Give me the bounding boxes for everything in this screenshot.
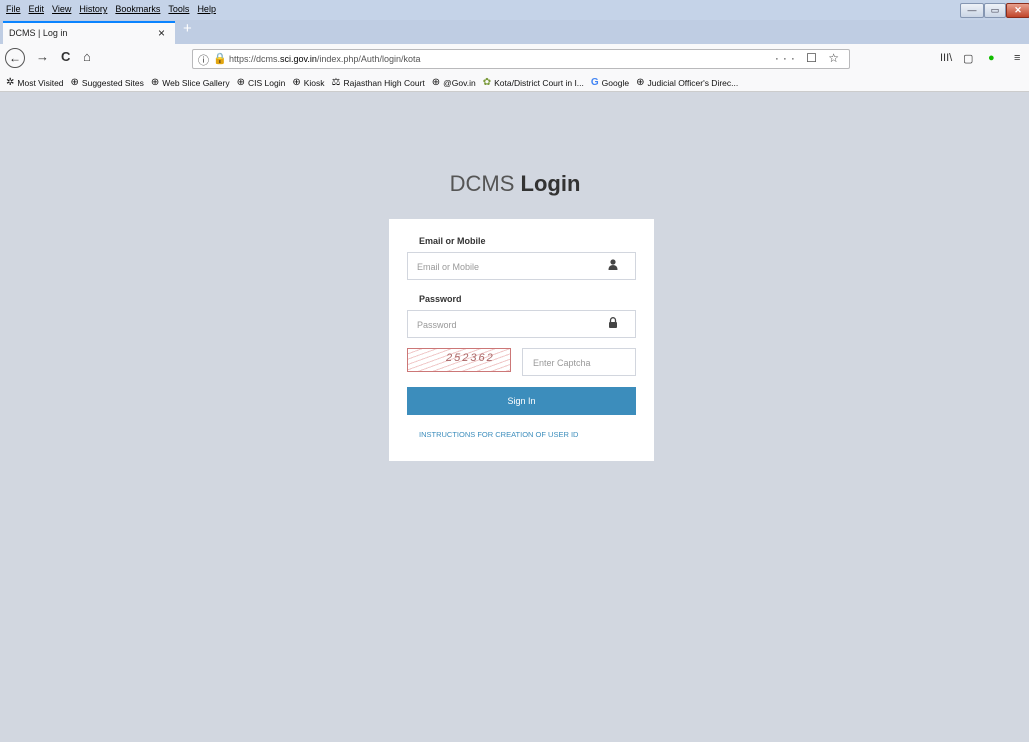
minimize-icon: — [967, 5, 977, 15]
bookmark-label: Most Visited [17, 77, 64, 88]
bookmark-gov-in[interactable]: ⊕ @Gov.in [432, 77, 476, 88]
url-prefix: https://dcms. [229, 54, 281, 64]
menu-edit[interactable]: Edit [29, 4, 45, 14]
secure-lock-icon[interactable]: 🔒 [213, 52, 227, 65]
url-bar[interactable]: ⓘ 🔒 https://dcms.sci.gov.in/index.php/Au… [192, 49, 850, 69]
menu-items: File Edit View History Bookmarks Tools H… [6, 4, 216, 14]
email-placeholder: Email or Mobile [417, 262, 480, 272]
close-icon: ✕ [1014, 5, 1022, 15]
library-icon[interactable]: III\ [940, 52, 952, 64]
bookmark-kota-district-court[interactable]: ✿ Kota/District Court in I... [483, 77, 584, 88]
globe-icon: ⊕ [150, 77, 160, 88]
captcha-input[interactable]: Enter Captcha [522, 348, 636, 376]
globe-icon: ⊕ [431, 77, 441, 88]
bookmark-suggested-sites[interactable]: ⊕ Suggested Sites [71, 77, 144, 88]
new-tab-icon[interactable]: + [183, 20, 192, 37]
bookmark-rajasthan-high-court[interactable]: ⚖ Rajasthan High Court [332, 77, 425, 88]
title-light: DCMS [449, 171, 515, 196]
bookmarks-bar: ✲ Most Visited ⊕ Suggested Sites ⊕ Web Slic… [0, 74, 1029, 92]
sign-in-button[interactable]: Sign In [407, 387, 636, 415]
page-title: DCMS Login [0, 171, 1029, 197]
bookmark-label: Kiosk [303, 77, 325, 88]
minimize-button[interactable]: — [960, 3, 984, 18]
menu-bar: File Edit View History Bookmarks Tools H… [0, 0, 1029, 20]
google-icon: G [590, 77, 599, 88]
forward-icon[interactable]: → [36, 49, 49, 64]
bookmark-most-visited[interactable]: ✲ Most Visited [6, 77, 64, 88]
tab-title: DCMS | Log in [9, 28, 68, 38]
url-domain: sci.gov.in [280, 54, 317, 64]
browser-window: File Edit View History Bookmarks Tools H… [0, 0, 1029, 742]
page-content: DCMS Login Email or Mobile Email or Mobi… [7, 93, 1023, 742]
emblem-icon: ⚖ [331, 77, 341, 88]
user-icon [608, 259, 618, 273]
back-button[interactable]: ← [5, 48, 25, 68]
tab-dcms-login[interactable]: DCMS | Log in × [3, 21, 175, 44]
url-path: /index.php/Auth/login/kota [316, 54, 421, 64]
lock-icon [608, 317, 618, 331]
bookmark-web-slice-gallery[interactable]: ⊕ Web Slice Gallery [151, 77, 230, 88]
back-arrow-icon: ← [9, 51, 21, 65]
captcha-image: 252362 [407, 348, 511, 372]
maximize-icon: ▭ [990, 5, 1000, 15]
page-actions-icons[interactable]: ··· ☐ ☆ [775, 51, 843, 65]
menu-tools[interactable]: Tools [168, 4, 189, 14]
email-field[interactable]: Email or Mobile [407, 252, 636, 280]
bookmark-label: @Gov.in [443, 77, 476, 88]
hamburger-menu-icon[interactable]: ≡ [1014, 52, 1020, 64]
bookmark-google[interactable]: G Google [591, 77, 629, 88]
globe-icon: ⊕ [636, 77, 645, 88]
menu-view[interactable]: View [52, 4, 71, 14]
bookmark-label: CIS Login [248, 77, 286, 88]
bookmark-label: Judicial Officer's Direc... [647, 77, 739, 88]
menu-history[interactable]: History [79, 4, 107, 14]
bookmark-label: Suggested Sites [81, 77, 144, 88]
info-icon[interactable]: ⓘ [198, 52, 209, 68]
globe-icon: ⊕ [236, 77, 246, 88]
reload-icon[interactable]: C [61, 49, 70, 64]
bookmark-label: Google [601, 77, 630, 88]
captcha-text: 252362 [446, 352, 495, 364]
shield-icon[interactable]: ● [988, 52, 995, 64]
url-text: https://dcms.sci.gov.in/index.php/Auth/l… [229, 54, 420, 64]
bookmark-label: Kota/District Court in I... [494, 77, 584, 88]
navigation-bar: ← → C ⌂ ⓘ 🔒 https://dcms.sci.gov.in/inde… [0, 44, 1029, 74]
bookmark-label: Rajasthan High Court [343, 77, 425, 88]
bookmark-judicial-officers-directory[interactable]: ⊕ Judicial Officer's Direc... [636, 77, 738, 88]
globe-icon: ⊕ [292, 77, 301, 88]
maximize-button[interactable]: ▭ [984, 3, 1006, 18]
home-icon[interactable]: ⌂ [83, 49, 91, 64]
tab-close-icon[interactable]: × [158, 26, 165, 40]
captcha-placeholder: Enter Captcha [533, 358, 591, 368]
password-field[interactable]: Password [407, 310, 636, 338]
tab-strip: DCMS | Log in × + [0, 20, 1029, 44]
seal-icon: ✿ [482, 77, 492, 88]
bookmark-cis-login[interactable]: ⊕ CIS Login [237, 77, 286, 88]
menu-file[interactable]: File [6, 4, 21, 14]
instructions-link[interactable]: INSTRUCTIONS FOR CREATION OF USER ID [419, 430, 578, 439]
password-placeholder: Password [417, 320, 457, 330]
title-bold: Login [520, 171, 581, 196]
close-window-button[interactable]: ✕ [1006, 3, 1029, 18]
gear-icon: ✲ [6, 77, 15, 88]
globe-icon: ⊕ [70, 77, 79, 88]
login-box: Email or Mobile Email or Mobile Password… [389, 219, 654, 461]
sidebar-icon[interactable]: ▢ [963, 52, 973, 65]
menu-bookmarks[interactable]: Bookmarks [115, 4, 160, 14]
menu-help[interactable]: Help [197, 4, 216, 14]
password-label: Password [419, 294, 462, 304]
bookmark-label: Web Slice Gallery [162, 77, 230, 88]
email-label: Email or Mobile [419, 236, 486, 246]
bookmark-kiosk[interactable]: ⊕ Kiosk [292, 77, 324, 88]
